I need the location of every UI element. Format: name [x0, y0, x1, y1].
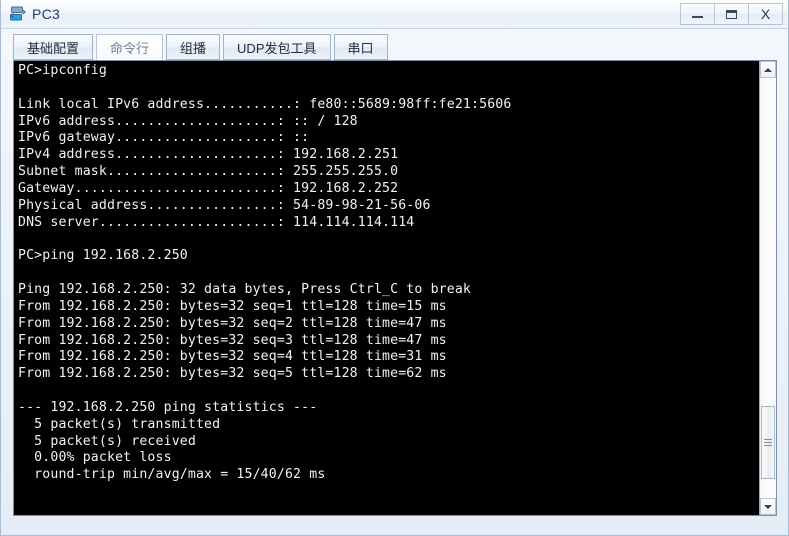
tab-basic-config-label: 基础配置 [27, 40, 80, 56]
close-icon: X [760, 6, 771, 22]
close-button[interactable]: X [748, 3, 783, 25]
tab-command-line-label: 命令行 [110, 40, 150, 56]
scroll-thumb[interactable] [761, 406, 775, 479]
console-scrollbar[interactable] [759, 61, 776, 515]
minimize-button[interactable] [680, 3, 715, 25]
maximize-button[interactable] [714, 3, 749, 25]
tab-command-line[interactable]: 命令行 [96, 34, 164, 60]
title-bar[interactable]: PC3 X [1, 0, 788, 29]
tab-serial-port[interactable]: 串口 [333, 34, 388, 60]
tab-udp-tool-label: UDP发包工具 [237, 40, 317, 56]
terminal-output-area[interactable]: PC>ipconfig Link local IPv6 address.....… [14, 61, 759, 515]
scroll-up-arrow-icon [764, 67, 772, 72]
scroll-down-arrow-icon [764, 504, 772, 509]
pc-device-icon [9, 5, 27, 23]
scroll-down-button[interactable] [760, 498, 776, 515]
tab-strip: 基础配置 命令行 组播 UDP发包工具 串口 [1, 29, 788, 60]
tab-multicast-label: 组播 [180, 40, 207, 56]
scroll-thumb-grip-icon [764, 437, 772, 448]
scroll-up-button[interactable] [760, 61, 776, 78]
tab-udp-tool[interactable]: UDP发包工具 [223, 34, 331, 60]
maximize-icon [726, 9, 737, 19]
terminal-text: PC>ipconfig Link local IPv6 address.....… [18, 63, 512, 483]
pc3-window: PC3 X 基础配置 命令行 组播 UDP发包工具 串口 PC>ipconfig… [0, 0, 789, 536]
tab-multicast[interactable]: 组播 [166, 34, 221, 60]
minimize-icon [692, 16, 703, 18]
tab-basic-config[interactable]: 基础配置 [13, 34, 94, 60]
console-panel: PC>ipconfig Link local IPv6 address.....… [13, 60, 777, 516]
window-controls: X [680, 3, 783, 25]
tab-serial-port-label: 串口 [347, 40, 374, 56]
window-title: PC3 [32, 6, 61, 22]
